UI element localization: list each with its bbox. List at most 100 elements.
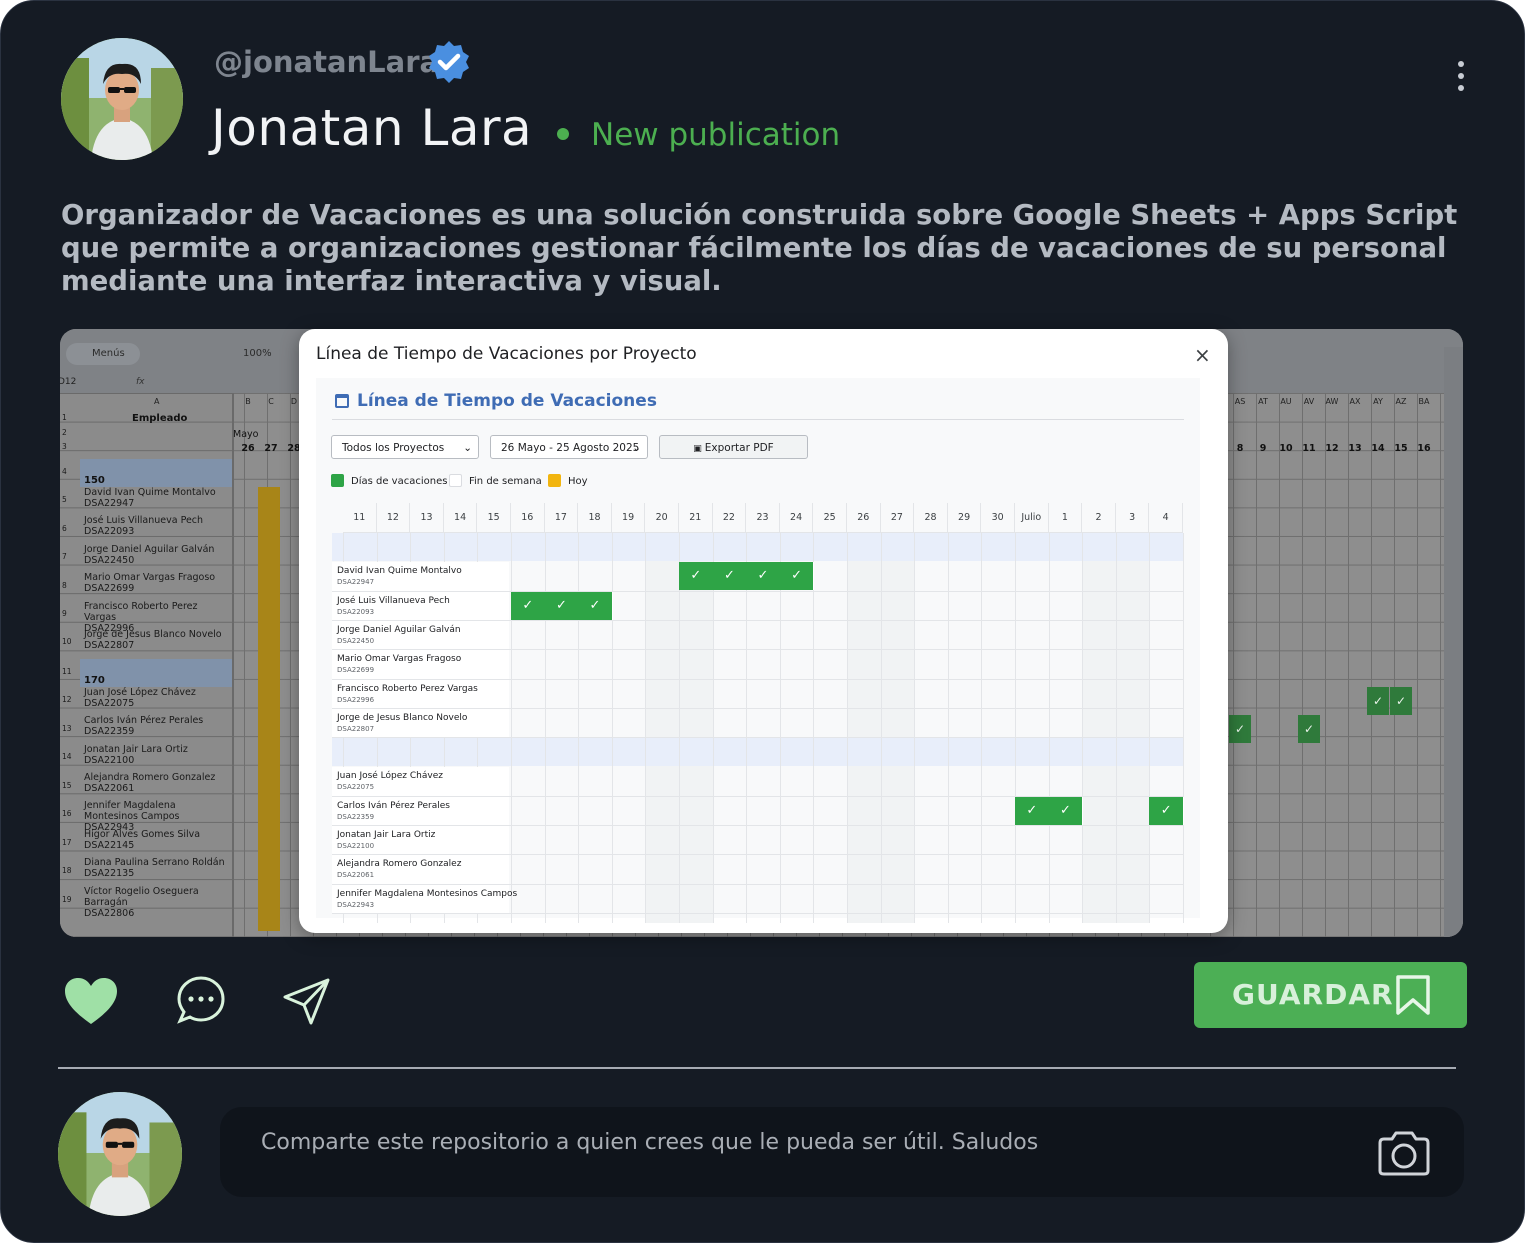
- sheet-employee-id: DSA22807: [84, 640, 135, 651]
- sheet-day-number: 9: [1259, 443, 1267, 454]
- timeline-day-header: 25: [813, 503, 847, 533]
- sheet-column-letter: AW: [1325, 397, 1339, 406]
- sheet-month: Mayo: [233, 429, 259, 440]
- timeline-day-header: 19: [611, 503, 646, 533]
- timeline-employee: Jennifer Magdalena Montesinos Campos DSA2…: [337, 888, 518, 909]
- sheet-day-number: 27: [264, 443, 278, 454]
- vacation-day-cell[interactable]: ✓: [1149, 796, 1184, 825]
- sheet-column-letter: AZ: [1395, 397, 1407, 406]
- date-range-select[interactable]: 26 Mayo - 25 Agosto 2025 ⌄: [490, 435, 648, 459]
- timeline-day-header: Julio: [1015, 503, 1049, 533]
- grid-row-line: [332, 590, 1184, 592]
- commenter-avatar[interactable]: [58, 1092, 182, 1216]
- sheet-employee-name: Diana Paulina Serrano Roldán DSA22135: [84, 857, 230, 879]
- timeline-day-header: 3: [1115, 503, 1150, 533]
- grid-row-line: [332, 707, 1184, 709]
- timeline-employee: Juan José López Chávez DSA22075: [337, 771, 443, 792]
- sheet-day-number: 26: [241, 443, 255, 454]
- sheet-day-number: 12: [1325, 443, 1339, 454]
- sheet-zoom: 100%: [243, 348, 272, 359]
- post-card: @jonatanLara Jonatan Lara New publicatio…: [0, 0, 1525, 1243]
- sheet-employee-name: Víctor Rogelio Oseguera Barragán DSA2280…: [84, 886, 230, 919]
- save-button[interactable]: GUARDAR: [1194, 962, 1467, 1028]
- sheet-column-letter: AT: [1258, 397, 1268, 406]
- timeline-day-header: 1: [1048, 503, 1083, 533]
- kebab-menu-icon[interactable]: [1453, 61, 1469, 97]
- vacation-day-cell[interactable]: ✓: [544, 591, 580, 620]
- timeline-day-header: 11: [343, 503, 377, 533]
- timeline-employee: Jorge Daniel Aguilar Galván DSA22450: [337, 624, 461, 645]
- sheet-employee-id: DSA22061: [84, 783, 135, 794]
- sheet-employee-id: DSA22100: [84, 755, 135, 766]
- sheet-employee-id: DSA22806: [84, 908, 135, 919]
- author-avatar[interactable]: [61, 38, 183, 160]
- sheet-day-number: 13: [1348, 443, 1362, 454]
- sheet-column-letter: C: [268, 397, 274, 406]
- sheet-row-number: 9: [62, 609, 67, 618]
- close-icon[interactable]: ×: [1194, 343, 1211, 367]
- sheet-employee-name: Higor Alves Gomes Silva DSA22145: [84, 829, 230, 851]
- vacation-day-cell[interactable]: ✓: [779, 562, 815, 591]
- vacation-day-cell[interactable]: ✓: [712, 562, 748, 591]
- post-description: Organizador de Vacaciones es una solució…: [61, 199, 1458, 297]
- sheet-day-number: 14: [1371, 443, 1385, 454]
- sheet-employee-id: DSA22450: [84, 555, 135, 566]
- sheet-row-number: 18: [62, 866, 72, 875]
- grid-row-line: [332, 912, 1184, 914]
- sheet-day-number: 15: [1394, 443, 1408, 454]
- sheet-employee-id: DSA22135: [84, 868, 135, 879]
- timeline-employee: Mario Omar Vargas Fragoso DSA22699: [337, 654, 462, 675]
- sheet-header-employee: Empleado: [132, 413, 188, 424]
- status-label: New publication: [591, 117, 841, 153]
- project-select[interactable]: Todos los Proyectos ⌄: [331, 435, 479, 459]
- timeline-day-header: 14: [443, 503, 478, 533]
- timeline-day-header: 20: [645, 503, 679, 533]
- sheet-row-number: 6: [62, 524, 67, 533]
- sheet-row-number: 13: [62, 724, 72, 733]
- vacation-day-cell[interactable]: ✓: [679, 562, 714, 591]
- sheet-day-number: 11: [1302, 443, 1316, 454]
- sheet-row-number: 1: [62, 413, 67, 422]
- send-icon[interactable]: [282, 977, 332, 1027]
- sheet-employee-id: DSA22699: [84, 583, 135, 594]
- timeline-day-header: 22: [712, 503, 747, 533]
- vacation-day-cell[interactable]: ✓: [1015, 796, 1050, 825]
- sheet-day-number: 16: [1417, 443, 1431, 454]
- vacation-day-cell[interactable]: ✓: [511, 591, 546, 620]
- vacation-day-cell[interactable]: ✓: [746, 562, 781, 591]
- sheet-row-number: 8: [62, 581, 67, 590]
- sheet-row-number: 17: [62, 838, 72, 847]
- sheet-vacation-check: ✓: [1390, 687, 1412, 715]
- sheet-row-number: 5: [62, 495, 67, 504]
- author-handle[interactable]: @jonatanLara: [214, 45, 439, 79]
- sheet-row-number: 15: [62, 781, 72, 790]
- timeline-day-header: 23: [746, 503, 780, 533]
- sheet-group-170: 170: [80, 659, 232, 687]
- timeline-day-header: 28: [914, 503, 948, 533]
- vacation-day-cell[interactable]: ✓: [578, 591, 613, 620]
- sheet-col-a: A: [154, 397, 160, 406]
- sheet-column-letter: AX: [1349, 397, 1361, 406]
- comment-input[interactable]: Comparte este repositorio a quien crees …: [220, 1107, 1464, 1197]
- sheet-day-number: 8: [1236, 443, 1244, 454]
- sheet-row-number: 10: [62, 637, 72, 646]
- sheet-employee-name: Carlos Iván Pérez Perales DSA22359: [84, 715, 230, 737]
- timeline-day-header: 30: [981, 503, 1015, 533]
- comment-icon[interactable]: [176, 975, 226, 1025]
- sheet-employee-id: DSA22093: [84, 526, 135, 537]
- status-dot: [557, 127, 569, 140]
- calendar-icon: [335, 394, 349, 408]
- project-group-band: [332, 738, 1184, 767]
- heart-icon[interactable]: [63, 976, 119, 1026]
- timeline-employee: David Ivan Quime Montalvo DSA22947: [337, 566, 462, 587]
- camera-icon[interactable]: [1376, 1129, 1432, 1177]
- sheet-employee-id: DSA22359: [84, 726, 135, 737]
- vacation-day-cell[interactable]: ✓: [1048, 796, 1084, 825]
- sheet-side-panel: [1444, 347, 1463, 937]
- export-pdf-button[interactable]: ▣ Exportar PDF: [659, 435, 808, 459]
- timeline-employee: Jorge de Jesus Blanco Novelo DSA22807: [337, 712, 468, 733]
- timeline-employee: Alejandra Romero Gonzalez DSA22061: [337, 859, 462, 880]
- timeline-day-header: 24: [779, 503, 814, 533]
- project-group-band: [332, 533, 1184, 561]
- timeline-day-header: 15: [477, 503, 511, 533]
